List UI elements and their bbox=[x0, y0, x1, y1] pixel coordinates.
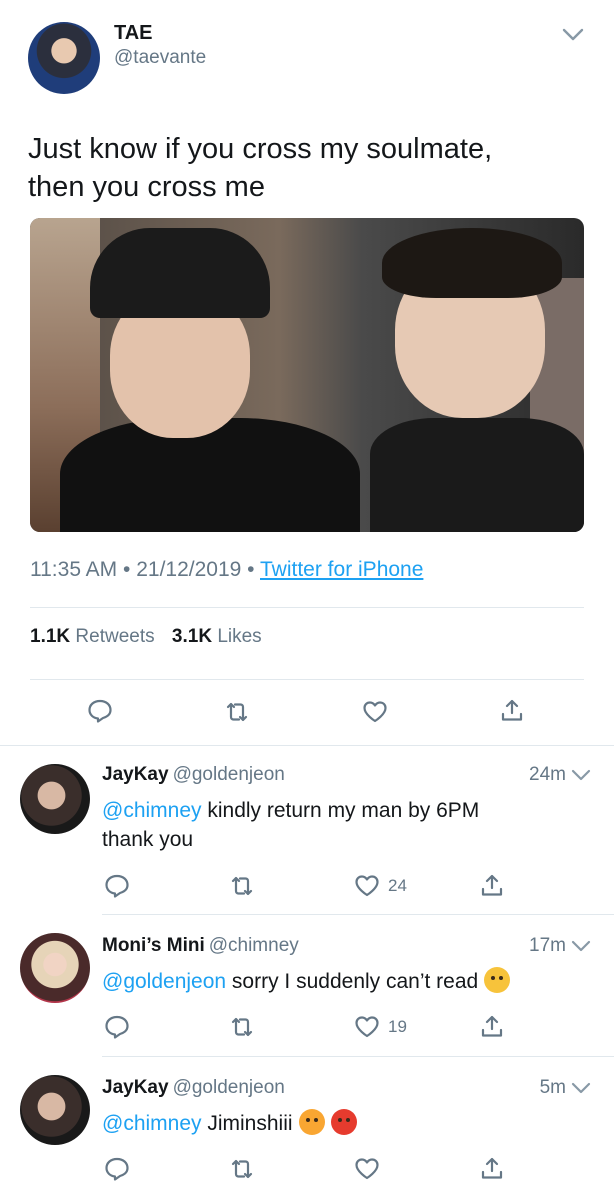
tweet-text-line: then you cross me bbox=[28, 171, 265, 203]
mention-link[interactable]: @chimney bbox=[102, 1112, 202, 1135]
author-handle[interactable]: @taevante bbox=[114, 47, 206, 69]
reply-icon[interactable] bbox=[87, 699, 113, 723]
mention-link[interactable]: @chimney bbox=[102, 799, 202, 822]
reply-author-handle[interactable]: @goldenjeon bbox=[173, 764, 285, 785]
tweet-photo[interactable] bbox=[30, 218, 584, 532]
reply-icon[interactable] bbox=[104, 1015, 130, 1039]
author-name[interactable]: TAE bbox=[114, 22, 153, 45]
reply-text-body: Jiminshiii bbox=[201, 1112, 293, 1135]
divider bbox=[30, 607, 584, 608]
persevering-face-emoji bbox=[298, 1109, 325, 1135]
reply-time: 5m bbox=[539, 1077, 566, 1098]
reply-actions: 19 bbox=[0, 1015, 614, 1043]
photo-person bbox=[90, 228, 270, 318]
reply-author-name[interactable]: Moni’s Mini bbox=[102, 935, 205, 956]
reply-time: 24m bbox=[529, 764, 566, 785]
angry-face-emoji bbox=[330, 1109, 357, 1135]
share-icon[interactable] bbox=[499, 698, 525, 722]
like-count: 19 bbox=[388, 1017, 407, 1036]
share-icon[interactable] bbox=[479, 1014, 505, 1038]
retweets-label[interactable]: Retweets bbox=[75, 626, 154, 647]
photo-person bbox=[382, 228, 562, 298]
likes-count[interactable]: 3.1K bbox=[172, 626, 212, 647]
reply-icon[interactable] bbox=[104, 874, 130, 898]
reply-tweet[interactable]: Moni’s Mini @chimney 17m @goldenjeon sorr… bbox=[0, 915, 614, 1056]
chevron-down-icon[interactable] bbox=[562, 28, 584, 42]
reply-author[interactable]: Moni’s Mini @chimney bbox=[102, 935, 299, 957]
avatar[interactable] bbox=[20, 1075, 90, 1145]
retweets-count[interactable]: 1.1K bbox=[30, 626, 70, 647]
like-icon[interactable] bbox=[354, 874, 380, 898]
tweet-date: 21/12/2019 bbox=[136, 558, 242, 581]
avatar[interactable] bbox=[20, 764, 90, 834]
tweet-stats: 1.1K Retweets 3.1K Likes bbox=[30, 626, 274, 648]
chevron-down-icon[interactable] bbox=[571, 769, 591, 781]
meta-separator: • bbox=[123, 558, 131, 581]
meta-separator: • bbox=[247, 558, 255, 581]
chevron-down-icon[interactable] bbox=[571, 940, 591, 952]
reply-text-body: thank you bbox=[102, 828, 194, 851]
reply-author-name[interactable]: JayKay bbox=[102, 1077, 169, 1098]
reply-author-handle[interactable]: @chimney bbox=[209, 935, 299, 956]
like-icon[interactable] bbox=[354, 1157, 380, 1181]
reply-author-name[interactable]: JayKay bbox=[102, 764, 169, 785]
share-icon[interactable] bbox=[479, 873, 505, 897]
reply-text-body: kindly return my man by 6PM bbox=[201, 799, 480, 822]
retweet-icon[interactable] bbox=[229, 1157, 255, 1181]
reply-author[interactable]: JayKay @goldenjeon bbox=[102, 764, 285, 786]
likes-label[interactable]: Likes bbox=[217, 626, 261, 647]
reply-time: 17m bbox=[529, 935, 566, 956]
reply-actions: 24 bbox=[0, 874, 614, 902]
author-avatar[interactable] bbox=[28, 22, 100, 94]
tweet-text: Just know if you cross my soulmate, then… bbox=[28, 130, 588, 206]
divider bbox=[30, 679, 584, 680]
reply-text-body: sorry I suddenly can’t read bbox=[226, 970, 479, 993]
reply-text: @goldenjeon sorry I suddenly can’t read bbox=[102, 967, 582, 996]
reply-icon[interactable] bbox=[104, 1157, 130, 1181]
reply-text: @chimney Jiminshiii bbox=[102, 1109, 582, 1138]
reply-tweet[interactable]: JayKay @goldenjeon 5m @chimney Jiminshiii bbox=[0, 1057, 614, 1200]
main-tweet: TAE @taevante Just know if you cross my … bbox=[0, 0, 614, 745]
tweet-time: 11:35 AM bbox=[30, 558, 118, 581]
like-count: 24 bbox=[388, 876, 407, 895]
reply-text: @chimney kindly return my man by 6PM tha… bbox=[102, 796, 582, 854]
retweet-icon[interactable] bbox=[224, 700, 250, 724]
tweet-text-line: Just know if you cross my soulmate, bbox=[28, 133, 493, 165]
tweet-source-link[interactable]: Twitter for iPhone bbox=[260, 558, 423, 581]
like-icon[interactable] bbox=[362, 700, 388, 724]
tweet-meta: 11:35 AM • 21/12/2019 • Twitter for iPho… bbox=[30, 558, 423, 582]
retweet-icon[interactable] bbox=[229, 1015, 255, 1039]
mention-link[interactable]: @goldenjeon bbox=[102, 970, 226, 993]
thinking-face-emoji bbox=[484, 967, 511, 993]
photo-person bbox=[60, 418, 360, 532]
reply-author-handle[interactable]: @goldenjeon bbox=[173, 1077, 285, 1098]
like-icon[interactable] bbox=[354, 1015, 380, 1039]
avatar[interactable] bbox=[20, 933, 90, 1003]
photo-person bbox=[370, 418, 584, 532]
share-icon[interactable] bbox=[479, 1156, 505, 1180]
reply-author[interactable]: JayKay @goldenjeon bbox=[102, 1077, 285, 1099]
reply-actions bbox=[0, 1157, 614, 1185]
chevron-down-icon[interactable] bbox=[571, 1082, 591, 1094]
reply-tweet[interactable]: JayKay @goldenjeon 24m @chimney kindly re… bbox=[0, 746, 614, 914]
retweet-icon[interactable] bbox=[229, 874, 255, 898]
